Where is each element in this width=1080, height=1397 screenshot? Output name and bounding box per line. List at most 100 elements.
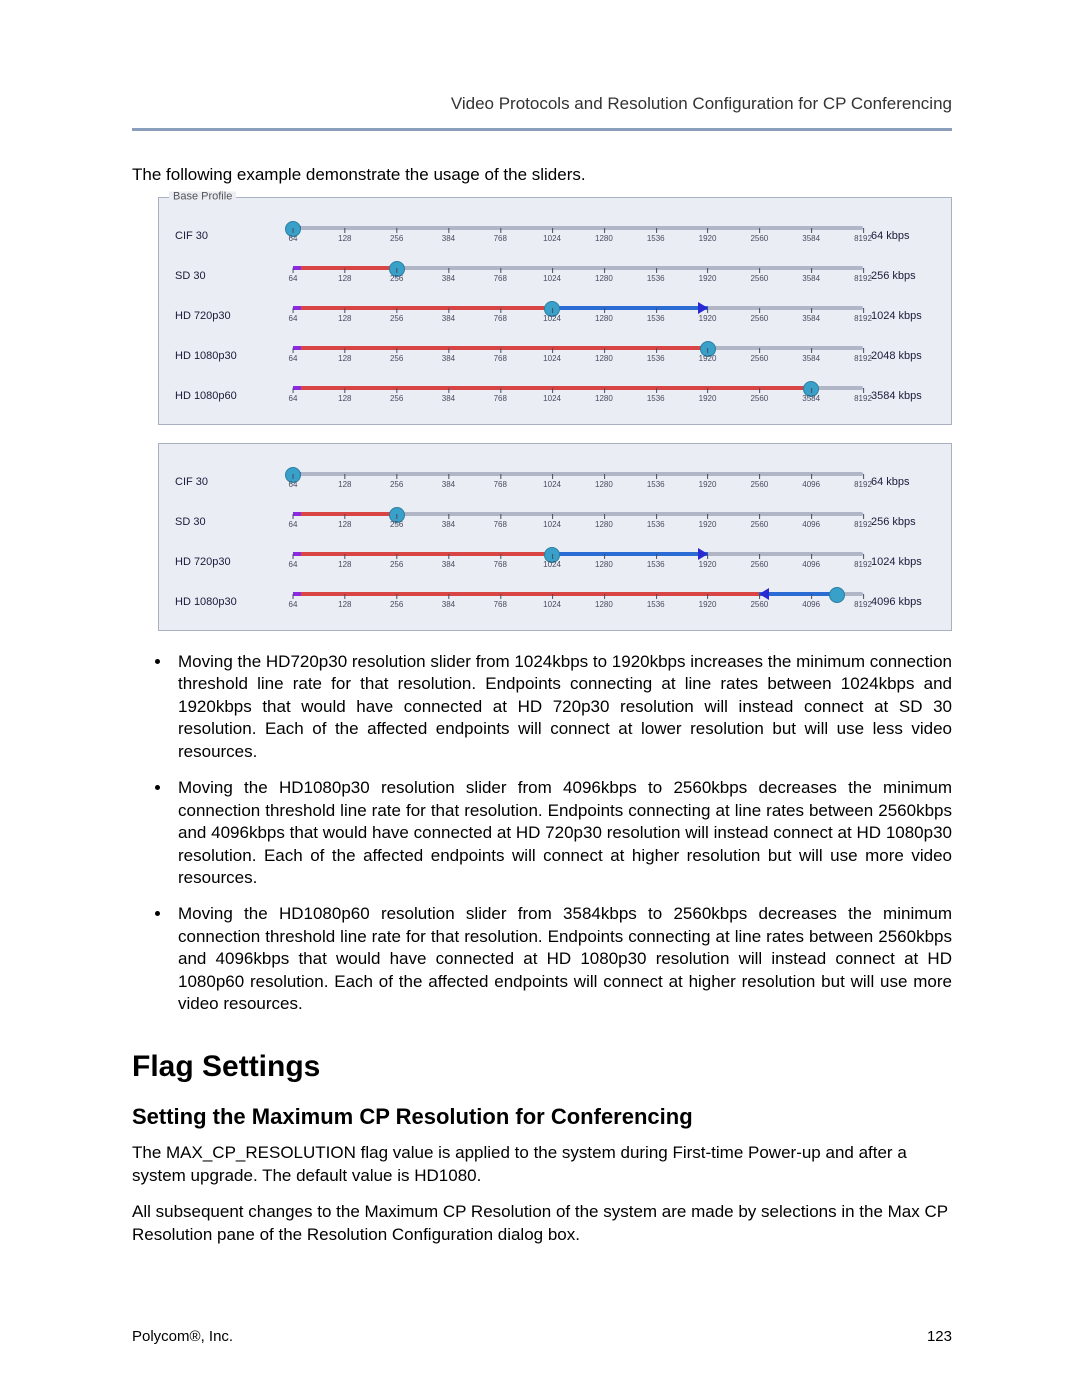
tick-label: 256 bbox=[390, 560, 403, 569]
slider-segment bbox=[552, 306, 707, 310]
slider-ticks: 6412825638476810241280153619202560409681… bbox=[293, 560, 863, 578]
resolution-label: HD 720p30 bbox=[175, 557, 293, 568]
tick-label: 256 bbox=[390, 600, 403, 609]
intro-text: The following example demonstrate the us… bbox=[132, 165, 952, 185]
tick-label: 1024 bbox=[543, 274, 561, 283]
slider-value: 1024 kbps bbox=[863, 557, 941, 568]
tick-label: 384 bbox=[442, 274, 455, 283]
explanation-item: Moving the HD1080p30 resolution slider f… bbox=[172, 777, 952, 889]
tick-label: 2560 bbox=[750, 394, 768, 403]
tick-label: 3584 bbox=[802, 314, 820, 323]
slider-segment bbox=[293, 306, 301, 310]
tick-label: 1280 bbox=[595, 394, 613, 403]
slider-row: CIF 306412825638476810241280153619202560… bbox=[175, 466, 941, 498]
panel-legend: Base Profile bbox=[169, 192, 236, 203]
resolution-label: HD 1080p60 bbox=[175, 391, 293, 402]
tick-label: 64 bbox=[289, 394, 298, 403]
tick-label: 1536 bbox=[647, 354, 665, 363]
slider-segment bbox=[301, 552, 552, 556]
tick-label: 256 bbox=[390, 480, 403, 489]
slider-row: SD 3064128256384768102412801536192025604… bbox=[175, 506, 941, 538]
direction-arrow-icon bbox=[698, 548, 708, 560]
tick-label: 64 bbox=[289, 274, 298, 283]
tick-label: 8192 bbox=[854, 314, 872, 323]
tick-label: 2560 bbox=[750, 600, 768, 609]
tick-label: 768 bbox=[494, 274, 507, 283]
resolution-slider[interactable]: 6412825638476810241280153619202560358481… bbox=[293, 380, 863, 412]
tick-label: 768 bbox=[494, 394, 507, 403]
slider-row: HD 1080p60641282563847681024128015361920… bbox=[175, 380, 941, 412]
tick-label: 8192 bbox=[854, 354, 872, 363]
resolution-label: HD 1080p30 bbox=[175, 351, 293, 362]
tick-label: 128 bbox=[338, 394, 351, 403]
page-header: Video Protocols and Resolution Configura… bbox=[132, 94, 952, 114]
slider-ticks: 6412825638476810241280153619202560358481… bbox=[293, 274, 863, 292]
tick-label: 768 bbox=[494, 314, 507, 323]
slider-row: HD 720p306412825638476810241280153619202… bbox=[175, 546, 941, 578]
tick-label: 1920 bbox=[699, 234, 717, 243]
tick-label: 1024 bbox=[543, 314, 561, 323]
slider-ticks: 6412825638476810241280153619202560409681… bbox=[293, 600, 863, 618]
document-page: Video Protocols and Resolution Configura… bbox=[0, 0, 1080, 1397]
tick-label: 256 bbox=[390, 354, 403, 363]
resolution-slider[interactable]: 6412825638476810241280153619202560409681… bbox=[293, 546, 863, 578]
tick-label: 1536 bbox=[647, 520, 665, 529]
tick-label: 2560 bbox=[750, 560, 768, 569]
slider-segment bbox=[293, 346, 301, 350]
slider-ticks: 6412825638476810241280153619202560358481… bbox=[293, 314, 863, 332]
tick-label: 1024 bbox=[543, 394, 561, 403]
tick-label: 768 bbox=[494, 480, 507, 489]
tick-label: 768 bbox=[494, 600, 507, 609]
tick-label: 256 bbox=[390, 274, 403, 283]
resolution-slider[interactable]: 6412825638476810241280153619202560358481… bbox=[293, 340, 863, 372]
tick-label: 3584 bbox=[802, 394, 820, 403]
resolution-slider[interactable]: 6412825638476810241280153619202560409681… bbox=[293, 586, 863, 618]
slider-ticks: 6412825638476810241280153619202560358481… bbox=[293, 234, 863, 252]
slider-row: HD 1080p30641282563847681024128015361920… bbox=[175, 340, 941, 372]
tick-label: 128 bbox=[338, 354, 351, 363]
tick-label: 2560 bbox=[750, 234, 768, 243]
tick-label: 64 bbox=[289, 560, 298, 569]
tick-label: 1920 bbox=[699, 480, 717, 489]
tick-label: 1024 bbox=[543, 560, 561, 569]
tick-label: 1920 bbox=[699, 600, 717, 609]
slider-segment bbox=[301, 266, 397, 270]
direction-arrow-icon bbox=[698, 302, 708, 314]
tick-label: 384 bbox=[442, 314, 455, 323]
slider-segment bbox=[293, 266, 301, 270]
resolution-label: SD 30 bbox=[175, 271, 293, 282]
tick-label: 8192 bbox=[854, 234, 872, 243]
slider-segment bbox=[301, 512, 397, 516]
tick-label: 384 bbox=[442, 600, 455, 609]
explanation-item: Moving the HD720p30 resolution slider fr… bbox=[172, 651, 952, 763]
explanation-item: Moving the HD1080p60 resolution slider f… bbox=[172, 903, 952, 1015]
footer-page-number: 123 bbox=[927, 1328, 952, 1345]
tick-label: 64 bbox=[289, 520, 298, 529]
tick-label: 768 bbox=[494, 520, 507, 529]
slider-ticks: 6412825638476810241280153619202560358481… bbox=[293, 394, 863, 412]
slider-value: 1024 kbps bbox=[863, 311, 941, 322]
tick-label: 8192 bbox=[854, 520, 872, 529]
tick-label: 768 bbox=[494, 354, 507, 363]
resolution-slider[interactable]: 6412825638476810241280153619202560409681… bbox=[293, 506, 863, 538]
tick-label: 384 bbox=[442, 480, 455, 489]
resolution-slider[interactable]: 6412825638476810241280153619202560358481… bbox=[293, 300, 863, 332]
tick-label: 128 bbox=[338, 600, 351, 609]
page-footer: Polycom®, Inc. 123 bbox=[132, 1328, 952, 1345]
tick-label: 1280 bbox=[595, 314, 613, 323]
tick-label: 1280 bbox=[595, 520, 613, 529]
slider-segment bbox=[301, 306, 552, 310]
tick-label: 128 bbox=[338, 314, 351, 323]
tick-label: 1920 bbox=[699, 274, 717, 283]
slider-ticks: 6412825638476810241280153619202560409681… bbox=[293, 520, 863, 538]
tick-label: 1280 bbox=[595, 354, 613, 363]
tick-label: 128 bbox=[338, 480, 351, 489]
tick-label: 1024 bbox=[543, 480, 561, 489]
tick-label: 1280 bbox=[595, 234, 613, 243]
tick-label: 384 bbox=[442, 354, 455, 363]
resolution-slider[interactable]: 6412825638476810241280153619202560358481… bbox=[293, 260, 863, 292]
tick-label: 384 bbox=[442, 560, 455, 569]
resolution-slider[interactable]: 6412825638476810241280153619202560358481… bbox=[293, 220, 863, 252]
tick-label: 1536 bbox=[647, 314, 665, 323]
resolution-slider[interactable]: 6412825638476810241280153619202560409681… bbox=[293, 466, 863, 498]
